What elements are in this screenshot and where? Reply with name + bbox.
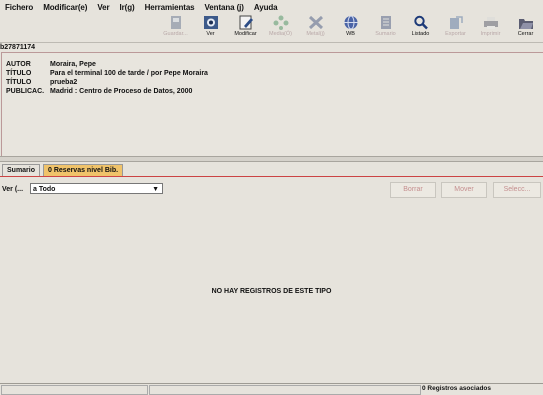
view-button[interactable]: Ver <box>193 14 228 42</box>
web-label: WB <box>346 31 355 37</box>
print-button[interactable]: Imprimir <box>473 14 508 42</box>
menu-bar: Fichero Modificar(e) Ver Ir(g) Herramien… <box>0 0 543 14</box>
toolbar: Guardar... Ver Modificar Media(Ó) Metal(… <box>0 14 543 42</box>
field-key: AUTOR <box>6 61 31 68</box>
tab-underline <box>0 176 543 177</box>
select-label: Selecc... <box>503 186 531 193</box>
summary-icon <box>380 16 391 29</box>
globe-icon <box>344 15 357 30</box>
list-button[interactable]: Listado <box>403 14 438 42</box>
export-label: Exportar <box>445 31 466 37</box>
print-icon <box>483 17 498 29</box>
status-field <box>1 385 148 395</box>
field-key: TÍTULO <box>6 70 32 77</box>
save-button[interactable]: Guardar... <box>158 14 193 42</box>
panel-splitter[interactable] <box>0 156 543 162</box>
delete-label: Borrar <box>403 186 423 193</box>
view-label: Ver (... <box>2 186 24 193</box>
export-button[interactable]: Exportar <box>438 14 473 42</box>
view-select[interactable]: a Todo ▼ <box>30 183 163 194</box>
record-panel: AUTOR Moraira, Pepe TÍTULO Para el termi… <box>1 52 543 157</box>
menu-ir[interactable]: Ir(g) <box>115 3 140 12</box>
metal-button[interactable]: Metal(j) <box>298 14 333 42</box>
move-label: Mover <box>454 186 474 193</box>
field-row: PUBLICAC. Madrid : Centro de Proceso de … <box>6 88 192 95</box>
edit-label: Modificar <box>234 31 257 37</box>
field-key: PUBLICAC. <box>6 88 45 95</box>
status-text: 0 Registros asociados <box>422 385 491 392</box>
export-icon <box>449 16 463 29</box>
search-icon <box>413 15 428 30</box>
empty-message: NO HAY REGISTROS DE ESTE TIPO <box>211 288 332 295</box>
metal-label: Metal(j) <box>306 31 325 37</box>
move-button[interactable]: Mover <box>441 182 487 198</box>
menu-ver[interactable]: Ver <box>92 3 114 12</box>
tab-reservas[interactable]: 0 Reservas nivel Bib. <box>43 164 124 176</box>
web-button[interactable]: WB <box>333 14 368 42</box>
edit-icon <box>239 15 253 30</box>
summary-button[interactable]: Sumario <box>368 14 403 42</box>
close-label: Cerrar <box>517 31 534 37</box>
field-row: TÍTULO Para el terminal 100 de tarde / p… <box>6 70 208 77</box>
delete-button[interactable]: Borrar <box>390 182 436 198</box>
save-label: Guardar... <box>163 31 188 37</box>
field-value: prueba2 <box>50 79 78 86</box>
field-value: Para el terminal 100 de tarde / por Pepe… <box>50 70 208 77</box>
field-row: AUTOR Moraira, Pepe <box>6 61 96 68</box>
save-icon <box>170 16 181 29</box>
print-label: Imprimir <box>480 31 501 37</box>
view-selected: a Todo <box>33 186 56 193</box>
media-button[interactable]: Media(Ó) <box>263 14 298 42</box>
media-label: Media(Ó) <box>269 31 292 37</box>
summary-label: Sumario <box>375 31 396 37</box>
tab-bar: Sumario 0 Reservas nivel Bib. <box>2 164 124 176</box>
field-key: TÍTULO <box>6 79 32 86</box>
metal-icon <box>308 15 323 30</box>
view-label: Ver <box>206 31 215 37</box>
field-value: Moraira, Pepe <box>50 61 96 68</box>
menu-fichero[interactable]: Fichero <box>0 3 38 12</box>
folder-icon <box>518 19 533 29</box>
close-button[interactable]: Cerrar <box>508 14 543 42</box>
menu-ventana[interactable]: Ventana (j) <box>200 3 249 12</box>
dropdown-arrow-icon: ▼ <box>152 186 159 193</box>
menu-ayuda[interactable]: Ayuda <box>249 3 283 12</box>
status-field <box>149 385 421 395</box>
tab-sumario[interactable]: Sumario <box>2 164 41 176</box>
menu-modificar[interactable]: Modificar(e) <box>38 3 92 12</box>
field-value: Madrid : Centro de Proceso de Datos, 200… <box>50 88 193 95</box>
field-row: TÍTULO prueba2 <box>6 79 77 86</box>
view-icon <box>203 16 218 29</box>
select-button[interactable]: Selecc... <box>493 182 541 198</box>
edit-button[interactable]: Modificar <box>228 14 263 42</box>
list-label: Listado <box>411 31 430 37</box>
menu-herramientas[interactable]: Herramientas <box>140 3 200 12</box>
media-icon <box>273 15 288 30</box>
